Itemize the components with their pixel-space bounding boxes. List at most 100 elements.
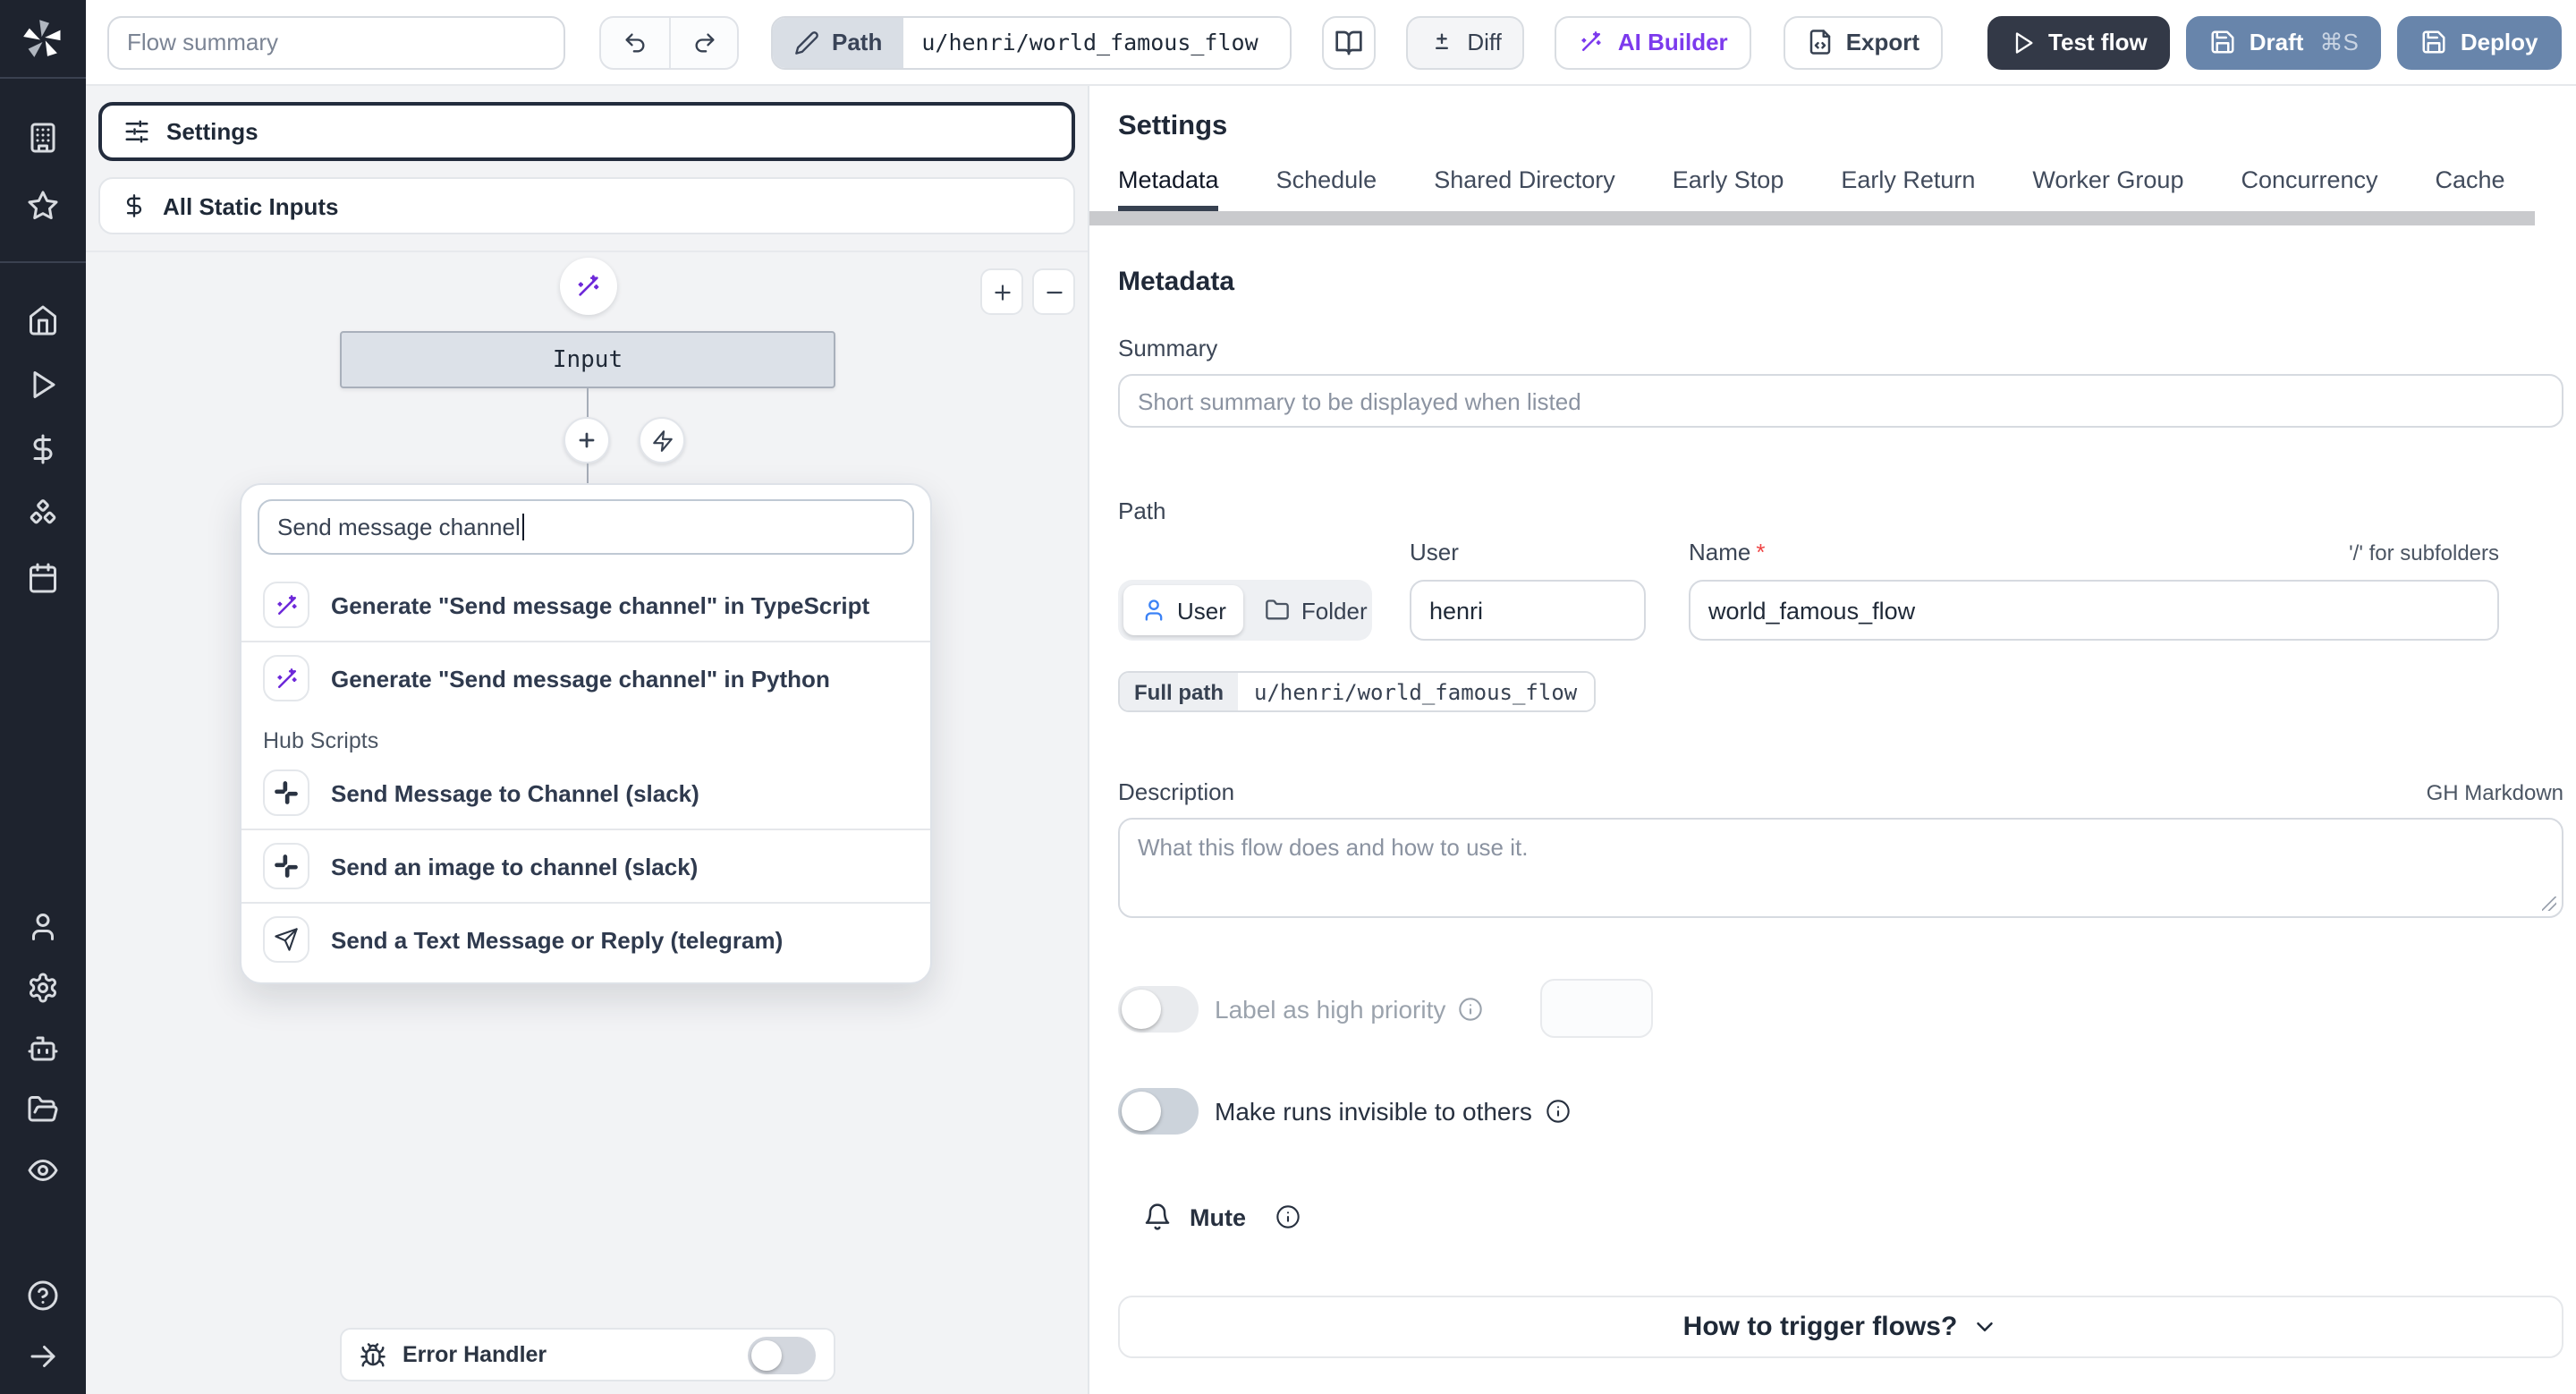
hub-script-option-telegram-message[interactable]: Send a Text Message or Reply (telegram) (242, 904, 930, 975)
sidebar-item-audit-logs[interactable] (0, 1140, 86, 1201)
tab-cache[interactable]: Cache (2436, 166, 2505, 211)
tab-metadata[interactable]: Metadata (1118, 166, 1220, 211)
all-static-inputs-label: All Static Inputs (163, 192, 339, 219)
high-priority-toggle[interactable] (1118, 985, 1199, 1032)
description-label: Description (1118, 778, 1235, 805)
path-chip: Path (773, 17, 904, 67)
sidebar-item-variables[interactable] (0, 417, 86, 481)
info-icon[interactable] (1275, 1204, 1300, 1229)
sidebar-item-runs[interactable] (0, 353, 86, 417)
sidebar-item-settings[interactable] (0, 957, 86, 1018)
canvas-zoom-in-button[interactable] (980, 268, 1023, 315)
sidebar-item-workers[interactable] (0, 1018, 86, 1079)
sidebar-item-resources[interactable] (0, 481, 86, 546)
text-cursor (521, 514, 525, 540)
how-to-trigger-expander[interactable]: How to trigger flows? (1118, 1296, 2563, 1358)
info-icon[interactable] (1458, 996, 1483, 1021)
folder-icon (1267, 599, 1290, 620)
generate-typescript-option[interactable]: Generate "Send message channel" in TypeS… (242, 569, 930, 641)
step-search-input[interactable]: Send message channel (258, 499, 914, 555)
plus-icon (994, 284, 1010, 300)
export-button[interactable]: Export (1783, 15, 1944, 69)
deploy-button[interactable]: Deploy (2397, 15, 2562, 69)
required-asterisk: * (1756, 539, 1766, 565)
sidebar-item-schedules[interactable] (0, 546, 86, 610)
hub-script-label: Send an image to channel (slack) (331, 853, 699, 880)
tab-schedule[interactable]: Schedule (1276, 166, 1377, 211)
sidebar-item-help[interactable] (0, 1265, 86, 1326)
owner-kind-user-label: User (1177, 597, 1226, 624)
add-trigger-button[interactable] (639, 417, 685, 463)
metadata-heading: Metadata (1118, 267, 1235, 297)
owner-kind-folder-option[interactable]: Folder (1248, 585, 1385, 635)
description-textarea[interactable] (1118, 818, 2563, 918)
invisible-runs-toggle[interactable] (1118, 1088, 1199, 1135)
sidebar-item-workspace[interactable] (0, 104, 86, 172)
windmill-logo-icon (23, 19, 61, 56)
input-node[interactable]: Input (340, 331, 835, 388)
user-field-input[interactable] (1410, 580, 1646, 641)
sidebar-item-favorites[interactable] (0, 172, 86, 240)
sidebar-expand-button[interactable] (0, 1326, 86, 1387)
export-label: Export (1845, 29, 1920, 55)
resize-handle[interactable] (2542, 897, 2556, 911)
tab-early-return[interactable]: Early Return (1841, 166, 1975, 211)
save-icon (2212, 30, 2235, 54)
minus-icon (1046, 290, 1062, 293)
settings-panel-title: Settings (1118, 111, 1228, 141)
slack-icon (263, 769, 309, 816)
flow-settings-node[interactable]: Settings (98, 102, 1075, 161)
topbar: Path u/henri/world_famous_flow Diff AI B… (86, 0, 2576, 86)
hub-script-option-slack-message[interactable]: Send Message to Channel (slack) (242, 757, 930, 829)
docs-button[interactable] (1322, 15, 1377, 69)
diff-button[interactable]: Diff (1406, 15, 1525, 69)
tabs-horizontal-scrollbar[interactable] (1089, 211, 2535, 225)
dollar-icon (33, 434, 53, 464)
redo-button[interactable] (669, 17, 737, 67)
ai-builder-button[interactable]: AI Builder (1555, 15, 1751, 69)
arrow-right-icon (30, 1346, 55, 1367)
ai-flow-suggestion-button[interactable] (560, 258, 617, 315)
error-handler-toggle[interactable] (748, 1336, 816, 1373)
test-flow-button[interactable]: Test flow (1987, 15, 2171, 69)
tab-early-stop[interactable]: Early Stop (1673, 166, 1784, 211)
summary-input[interactable] (1118, 374, 2563, 428)
hub-scripts-section-label: Hub Scripts (263, 728, 379, 753)
description-area (1118, 818, 2563, 918)
name-field-input[interactable] (1689, 580, 2499, 641)
undo-button[interactable] (601, 17, 669, 67)
flow-settings-panel: Settings Metadata Schedule Shared Direct… (1089, 86, 2576, 1394)
hub-script-option-slack-image[interactable]: Send an image to channel (slack) (242, 830, 930, 902)
hub-script-label: Send Message to Channel (slack) (331, 779, 699, 806)
error-handler-node[interactable]: Error Handler (340, 1328, 835, 1381)
gear-icon (30, 973, 56, 1003)
windmill-flow-editor: Path u/henri/world_famous_flow Diff AI B… (0, 0, 2576, 1394)
owner-kind-user-option[interactable]: User (1123, 585, 1244, 635)
bell-icon (1145, 1203, 1170, 1230)
sidebar-main-group (0, 263, 86, 610)
tab-shared-directory[interactable]: Shared Directory (1434, 166, 1615, 211)
windmill-logo[interactable] (0, 0, 86, 79)
full-path-chip: Full path u/henri/world_famous_flow (1118, 671, 1596, 712)
info-icon[interactable] (1546, 1099, 1572, 1124)
flow-summary-input[interactable] (107, 15, 565, 69)
flow-path-field[interactable]: Path u/henri/world_famous_flow (771, 15, 1292, 69)
redo-icon (694, 32, 714, 52)
zap-icon (652, 429, 672, 451)
sidebar-bottom-group (0, 1265, 86, 1387)
sidebar-admin-group (0, 897, 86, 1201)
toggle-knob (1122, 1092, 1161, 1131)
sidebar-item-users[interactable] (0, 897, 86, 957)
canvas-zoom-out-button[interactable] (1032, 268, 1075, 315)
tab-worker-group[interactable]: Worker Group (2032, 166, 2183, 211)
telegram-send-icon (263, 916, 309, 963)
add-step-button[interactable] (564, 417, 610, 463)
tab-concurrency[interactable]: Concurrency (2241, 166, 2377, 211)
generate-python-label: Generate "Send message channel" in Pytho… (331, 665, 830, 692)
sidebar-item-home[interactable] (0, 288, 86, 353)
all-static-inputs-node[interactable]: All Static Inputs (98, 177, 1075, 234)
priority-value-input[interactable] (1540, 979, 1654, 1038)
sidebar-item-folders[interactable] (0, 1079, 86, 1140)
draft-button[interactable]: Draft ⌘S (2186, 15, 2382, 69)
generate-python-option[interactable]: Generate "Send message channel" in Pytho… (242, 642, 930, 714)
